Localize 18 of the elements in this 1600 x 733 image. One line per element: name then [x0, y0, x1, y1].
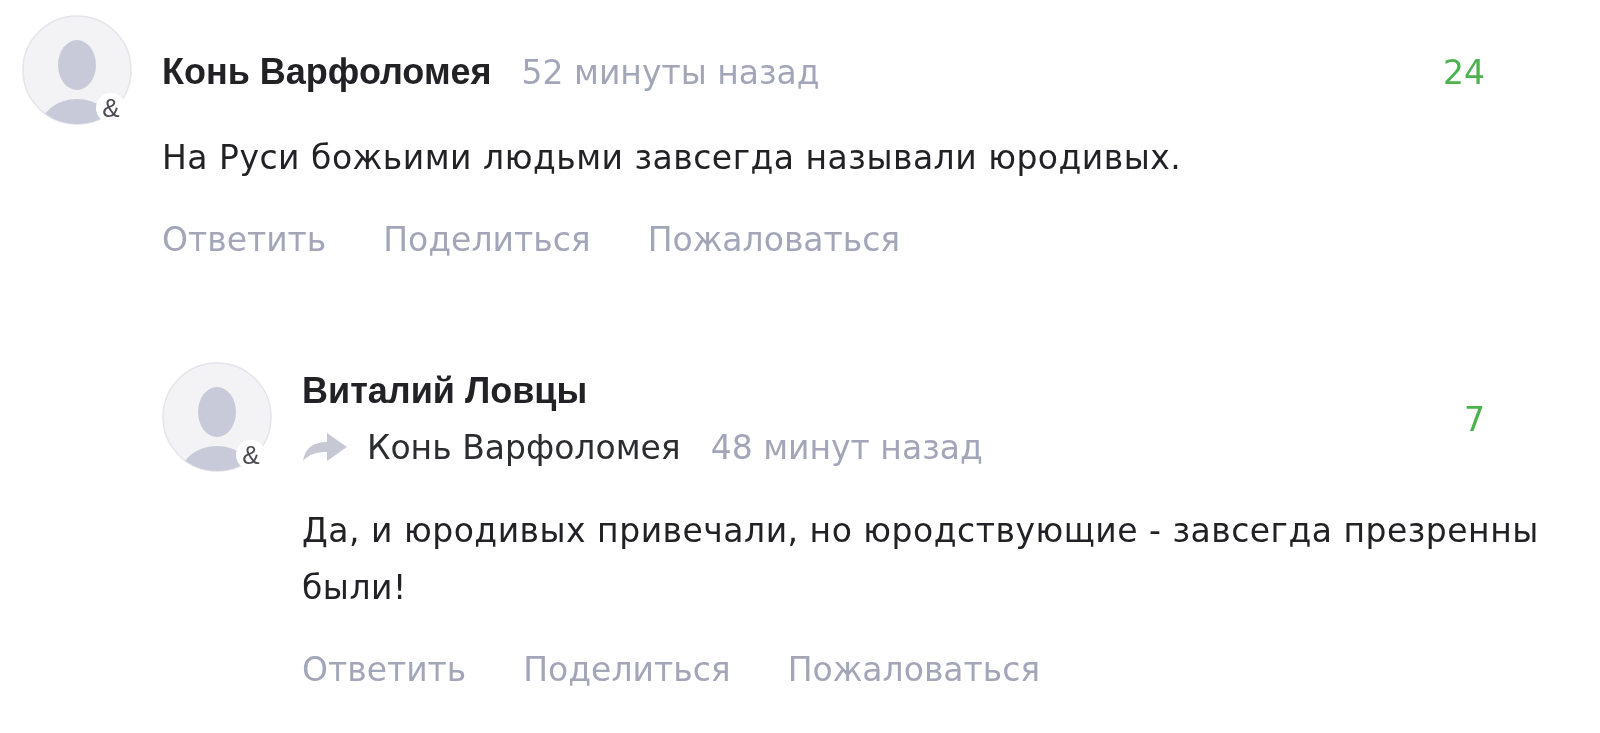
comment-time: 52 минуты назад	[521, 52, 820, 92]
reply-to-name[interactable]: Конь Варфоломея	[367, 427, 681, 467]
comment-time: 48 минут назад	[710, 427, 983, 467]
rating-count: 7	[1464, 399, 1485, 439]
action-link[interactable]: Поделиться	[383, 218, 591, 262]
action-link[interactable]: Ответить	[302, 648, 467, 692]
author-name[interactable]: Виталий Ловцы	[302, 370, 588, 412]
avatar-icon	[22, 15, 132, 125]
action-link[interactable]: Пожаловаться	[787, 648, 1041, 692]
comment-text: Да, и юродивых привечали, но юродствующие - завсегда презренны были!	[302, 510, 1540, 609]
action-link[interactable]: Ответить	[162, 218, 327, 262]
reply-arrow-icon	[302, 432, 348, 462]
author-name[interactable]: Конь Варфоломея	[162, 51, 492, 93]
avatar-icon	[162, 362, 272, 472]
comment-text: На Руси божьими людьми завсегда называли юродивых.	[162, 137, 1183, 179]
rating-count: 24	[1443, 52, 1485, 92]
action-link[interactable]: Пожаловаться	[647, 218, 901, 262]
action-link[interactable]: Поделиться	[523, 648, 731, 692]
